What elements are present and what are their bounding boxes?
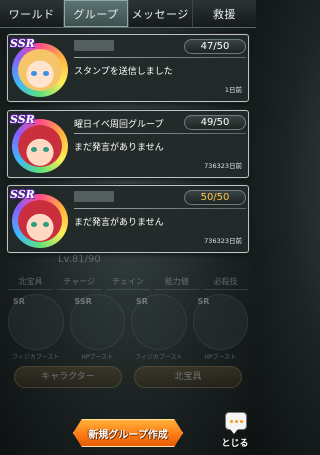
background-slot: SR HPブースト: [192, 294, 248, 361]
background-tab: 能力値: [154, 276, 200, 290]
rarity-badge: SSR: [10, 113, 35, 126]
slot-skill: フィジカブースト: [134, 354, 183, 361]
close-label: とじる: [221, 439, 249, 449]
slot-skill: フィジカブースト: [11, 354, 60, 361]
background-character-button: キャラクター: [14, 366, 122, 388]
blurred-group-name: [74, 40, 114, 51]
slot-rarity: SR: [136, 297, 148, 306]
last-message: スタンプを送信しました: [74, 67, 173, 77]
member-count: 47/50: [184, 39, 246, 54]
group-card[interactable]: SSR 50/50 まだ発言がありません 736323日前: [7, 185, 249, 253]
blurred-group-name: [74, 191, 114, 202]
tab-bar: ワールド グループ メッセージ 救援: [0, 0, 256, 28]
rarity-badge: SSR: [10, 188, 35, 201]
red-hair-character-icon: SSR: [10, 113, 68, 173]
blonde-character-icon: SSR: [10, 37, 68, 97]
tab-world[interactable]: ワールド: [0, 0, 65, 27]
tab-message[interactable]: メッセージ: [129, 0, 193, 27]
background-treasure-button: 北宝具: [134, 366, 242, 388]
avatar-face: [18, 49, 62, 91]
last-message: まだ発言がありません: [74, 143, 164, 153]
background-tab: 北宝具: [8, 276, 53, 290]
divider: [74, 133, 246, 134]
background-tab: チェイン: [105, 276, 151, 290]
slot-skill: HPブースト: [81, 354, 114, 361]
slot-rarity: SR: [13, 297, 25, 306]
divider: [74, 57, 246, 58]
background-tab: チャージ: [56, 276, 102, 290]
group-card[interactable]: SSR 曜日イベ周回グループ 49/50 まだ発言がありません 736323日前: [7, 110, 249, 178]
background-slot: SR フィジカブースト: [131, 294, 187, 361]
background-slot: SSR HPブースト: [69, 294, 125, 361]
background-tabs: 北宝具 チャージ チェイン 能力値 必殺技: [8, 276, 248, 290]
background-slots: SR フィジカブースト SSR HPブースト SR フィジカブースト SR HPブースト: [8, 294, 248, 361]
tab-rescue[interactable]: 救援: [193, 0, 256, 27]
slot-rarity: SR: [197, 297, 210, 306]
tab-group[interactable]: グループ: [64, 0, 129, 27]
last-message: まだ発言がありません: [74, 218, 164, 228]
background-character-screen: Lv.81/90 北宝具 チャージ チェイン 能力値 必殺技 SR フィジカブース…: [0, 250, 256, 410]
group-card[interactable]: SSR 47/50 スタンプを送信しました 1日前: [7, 34, 249, 102]
red-hair-character-icon: SSR: [10, 188, 68, 248]
last-message-time: 1日前: [224, 86, 242, 94]
background-slot: SR フィジカブースト: [8, 294, 64, 361]
speech-bubble-icon: [225, 412, 247, 434]
background-level: Lv.81/90: [58, 254, 101, 265]
slot-rarity: SSR: [74, 297, 92, 306]
avatar-face: [18, 125, 62, 167]
divider: [74, 208, 246, 209]
close-button[interactable]: とじる: [216, 412, 254, 452]
last-message-time: 736323日前: [204, 162, 242, 170]
avatar-face: [18, 200, 62, 242]
create-group-button[interactable]: 新規グループ作成: [73, 419, 183, 447]
member-count: 49/50: [184, 115, 246, 130]
last-message-time: 736323日前: [204, 237, 242, 245]
background-tab: 必殺技: [203, 276, 248, 290]
slot-skill: HPブースト: [204, 354, 237, 361]
rarity-badge: SSR: [10, 37, 35, 50]
group-name: 曜日イベ周回グループ: [74, 120, 164, 130]
member-count: 50/50: [184, 190, 246, 205]
